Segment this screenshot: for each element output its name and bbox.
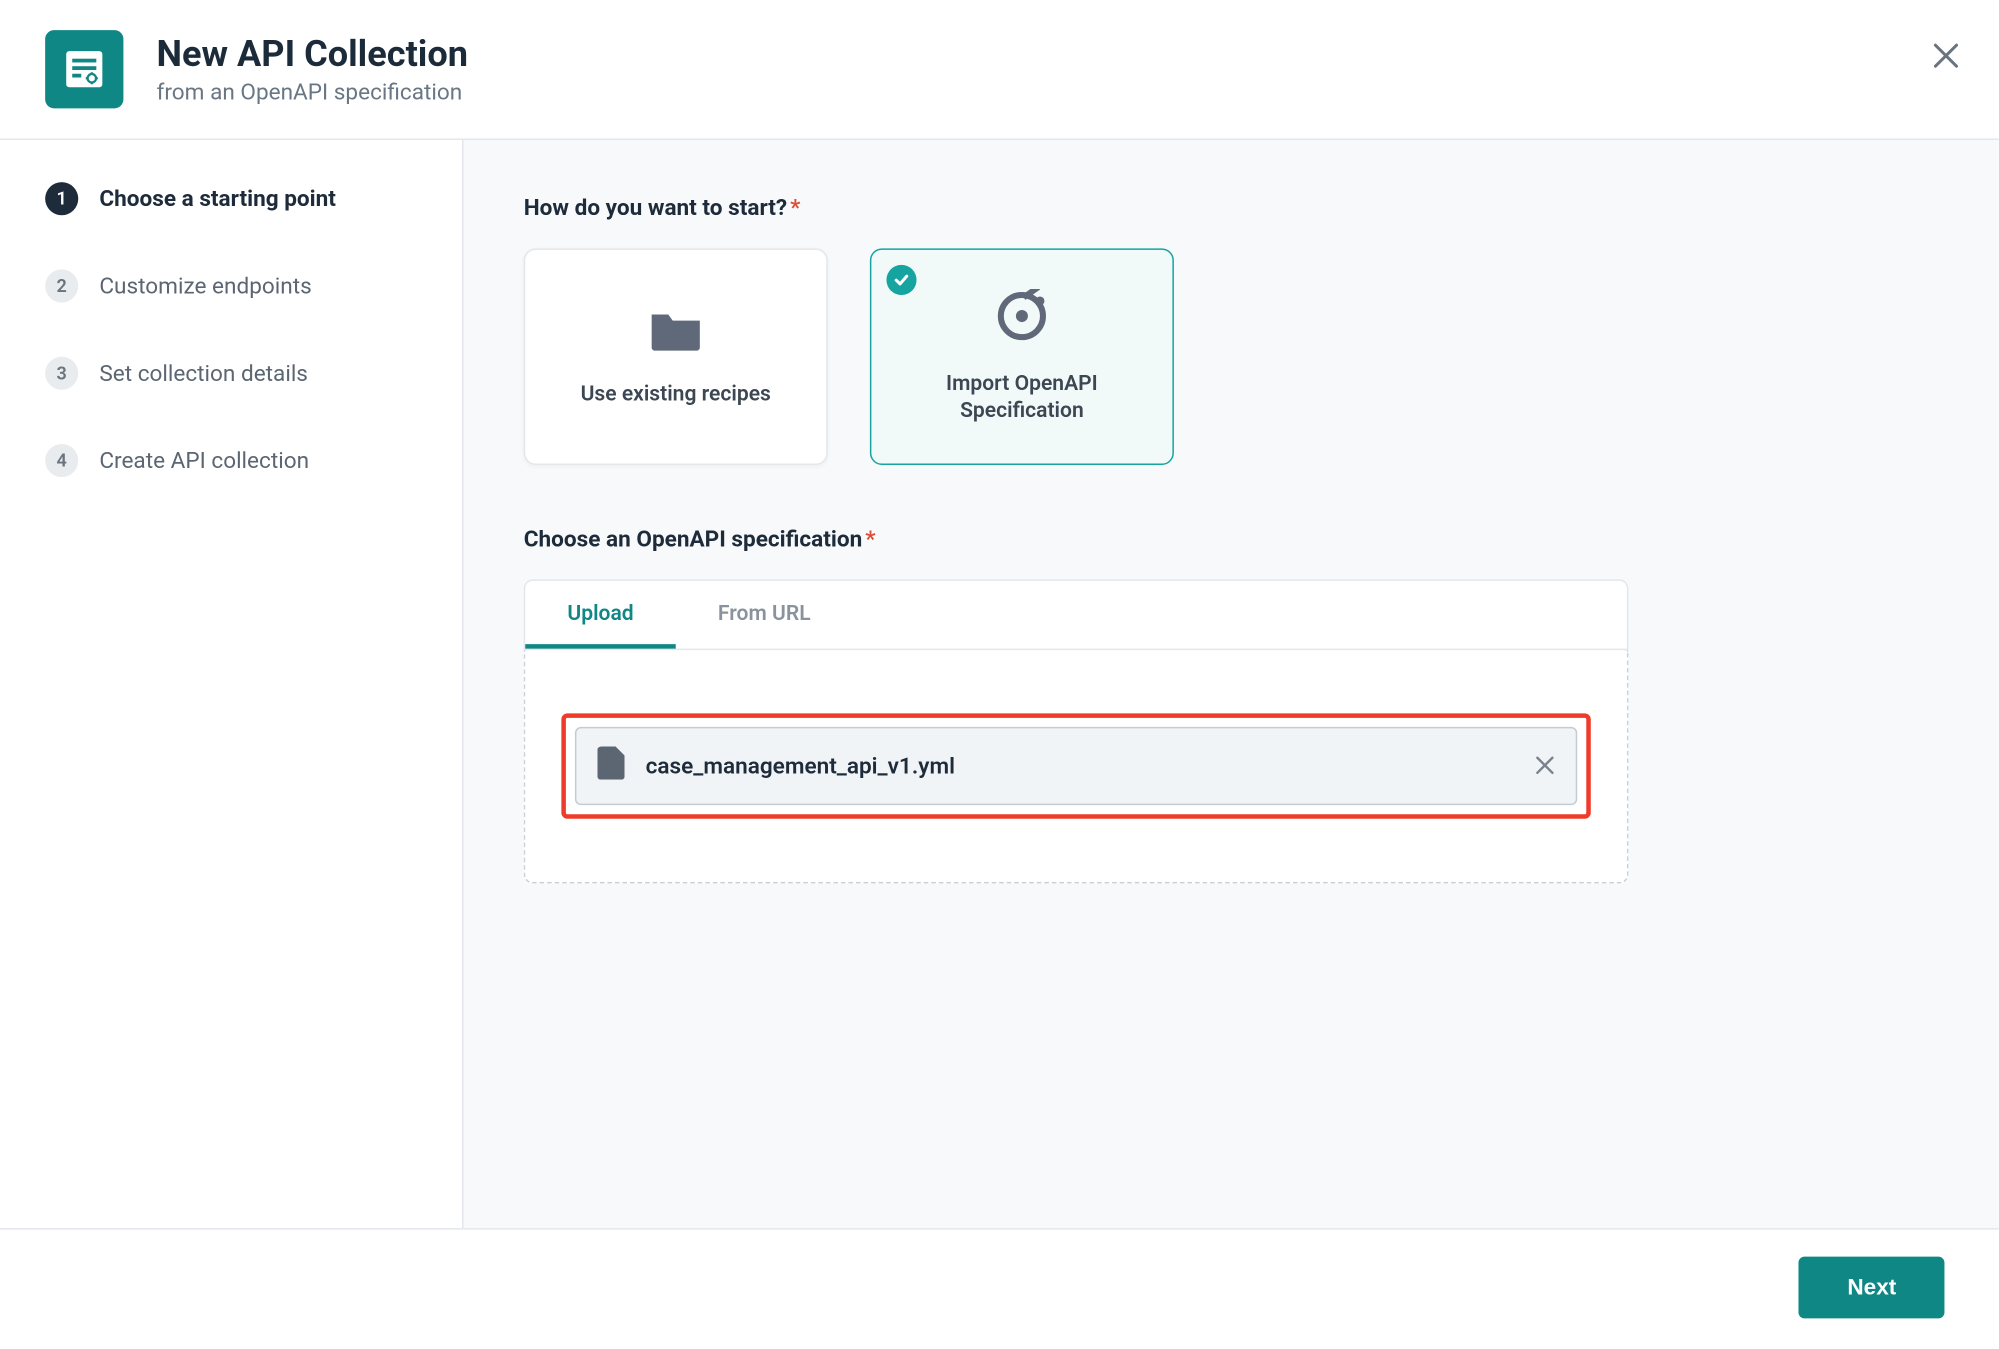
file-dropzone[interactable]: case_management_api_v1.yml [524,650,1629,883]
step-number-badge: 2 [45,269,78,302]
uploaded-file-name: case_management_api_v1.yml [646,753,1535,780]
openapi-icon [995,289,1049,349]
step-label: Choose a starting point [99,185,336,212]
required-asterisk: * [865,525,875,552]
step-number-badge: 4 [45,444,78,477]
close-button[interactable] [1932,42,1959,75]
step-number-badge: 3 [45,357,78,390]
spec-source-tabs: Upload From URL [524,579,1629,650]
question-choose-spec: Choose an OpenAPI specification* [524,525,1939,552]
dialog-footer: Next [0,1228,1999,1345]
api-collection-icon [45,30,123,108]
step-customize-endpoints[interactable]: 2 Customize endpoints [45,269,417,302]
card-label: Use existing recipes [581,381,771,408]
card-import-openapi[interactable]: Import OpenAPI Specification [870,248,1174,465]
card-use-existing-recipes[interactable]: Use existing recipes [524,248,828,465]
card-label: Import OpenAPI Specification [889,370,1154,425]
folder-icon [647,305,704,359]
step-label: Customize endpoints [99,272,311,299]
required-asterisk: * [790,194,800,221]
annotation-highlight: case_management_api_v1.yml [561,713,1590,818]
next-button[interactable]: Next [1799,1257,1944,1319]
start-option-cards: Use existing recipes [524,248,1939,465]
step-label: Set collection details [99,360,308,387]
dialog-header: New API Collection from an OpenAPI speci… [0,0,1999,140]
uploaded-file-row: case_management_api_v1.yml [575,727,1577,805]
step-number-badge: 1 [45,182,78,215]
question-how-start: How do you want to start?* [524,194,1939,221]
wizard-main-panel: How do you want to start?* Use existing … [464,140,1999,1228]
remove-file-button[interactable] [1535,752,1555,781]
step-create-api-collection[interactable]: 4 Create API collection [45,444,417,477]
dialog-subtitle: from an OpenAPI specification [157,79,468,106]
close-icon [1535,755,1555,775]
tab-from-url[interactable]: From URL [676,581,853,649]
close-icon [1932,42,1959,69]
dialog-title: New API Collection [157,32,468,75]
wizard-steps-sidebar: 1 Choose a starting point 2 Customize en… [0,140,464,1228]
step-choose-starting-point[interactable]: 1 Choose a starting point [45,182,417,215]
step-set-collection-details[interactable]: 3 Set collection details [45,357,417,390]
tab-upload[interactable]: Upload [525,581,676,649]
step-label: Create API collection [99,447,309,474]
selected-check-icon [886,265,916,295]
file-icon [597,746,624,785]
